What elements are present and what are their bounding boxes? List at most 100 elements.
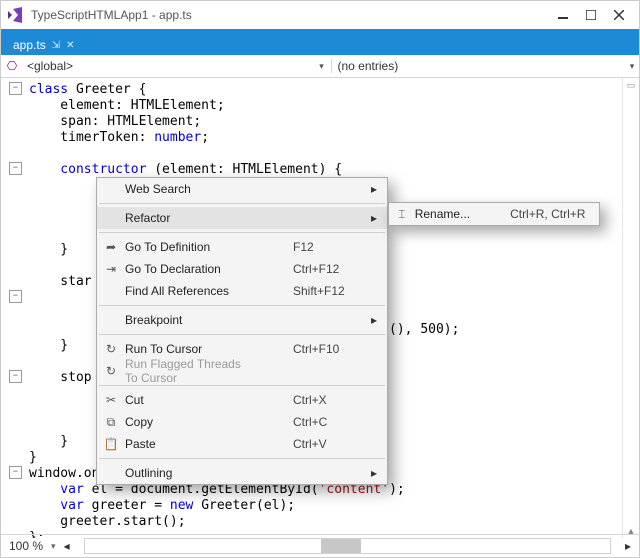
chevron-right-icon: ▸ (363, 313, 377, 327)
separator (99, 232, 385, 233)
menu-refactor[interactable]: Refactor ▸ (97, 207, 387, 229)
menu-label: Rename... (415, 207, 510, 221)
members-dropdown[interactable]: (no entries) (334, 59, 626, 73)
goto-decl-icon: ⇥ (97, 262, 125, 276)
fold-toggle[interactable]: − (9, 466, 22, 479)
code-line: } (29, 338, 68, 353)
fold-toggle[interactable]: − (9, 370, 22, 383)
tab-close-icon[interactable]: ✕ (66, 40, 74, 51)
horizontal-scrollbar[interactable] (84, 538, 611, 554)
menu-shortcut: F12 (293, 240, 363, 254)
menu-label: Run Flagged Threads To Cursor (125, 357, 293, 385)
code-line: } (29, 450, 37, 465)
editor[interactable]: − − − − − class Greeter { element: HTMLE… (1, 78, 639, 538)
code-token: constructor (29, 162, 146, 177)
menu-cut[interactable]: ✂ Cut Ctrl+X (97, 389, 387, 411)
code-line: greeter.start(); (29, 514, 186, 529)
menu-label: Go To Declaration (125, 262, 293, 276)
maximize-button[interactable] (577, 4, 605, 26)
menu-shortcut: Ctrl+F12 (293, 262, 363, 276)
scroll-left-icon[interactable]: ◂ (64, 539, 70, 553)
zoom-dropdown-icon[interactable]: ▾ (51, 541, 56, 552)
code-token: Greeter(el); (193, 498, 295, 513)
menu-label: Go To Definition (125, 240, 293, 254)
zoom-level[interactable]: 100 % (9, 539, 43, 553)
titlebar: TypeScriptHTMLApp1 - app.ts (1, 1, 639, 29)
gutter[interactable]: − − − − − (1, 78, 27, 538)
tab-label: app.ts (13, 38, 46, 52)
code-line: } (29, 434, 68, 449)
separator (99, 203, 385, 204)
window: TypeScriptHTMLApp1 - app.ts app.ts ⇲ ✕ ⎔… (0, 0, 640, 558)
tab-app-ts[interactable]: app.ts ⇲ ✕ (5, 35, 82, 55)
menu-rename[interactable]: ⌶ Rename... Ctrl+R, Ctrl+R (389, 203, 599, 225)
context-menu: Web Search ▸ Refactor ▸ ➦ Go To Definiti… (96, 177, 388, 485)
menu-label: Outlining (125, 466, 293, 480)
menu-find-references[interactable]: Find All References Shift+F12 (97, 280, 387, 302)
run-cursor-icon: ↻ (97, 342, 125, 356)
code-token: 500 (420, 322, 443, 337)
code-token: var (29, 498, 84, 513)
code-line: stop (29, 370, 92, 385)
paste-icon: 📋 (97, 437, 125, 451)
refactor-submenu: ⌶ Rename... Ctrl+R, Ctrl+R (388, 202, 600, 226)
menu-shortcut: Ctrl+X (293, 393, 363, 407)
code-token: ; (201, 130, 209, 145)
menu-label: Cut (125, 393, 293, 407)
menu-shortcut: Ctrl+V (293, 437, 363, 451)
code-token: class (29, 82, 68, 97)
close-button[interactable] (605, 4, 633, 26)
navigation-bar: ⎔ <global> ▾ (no entries) ▾ (1, 55, 639, 78)
chevron-down-icon[interactable]: ▾ (625, 61, 639, 72)
menu-label: Refactor (125, 211, 293, 225)
code-token: var (29, 482, 84, 497)
menu-shortcut: Ctrl+R, Ctrl+R (510, 207, 589, 221)
separator (99, 458, 385, 459)
separator (99, 334, 385, 335)
fold-toggle[interactable]: − (9, 162, 22, 175)
menu-label: Copy (125, 415, 293, 429)
menu-web-search[interactable]: Web Search ▸ (97, 178, 387, 200)
code-token: ); (444, 322, 460, 337)
menu-goto-declaration[interactable]: ⇥ Go To Declaration Ctrl+F12 (97, 258, 387, 280)
scope-dropdown[interactable]: <global> (23, 59, 315, 73)
minimize-button[interactable] (549, 4, 577, 26)
status-bar: 100 % ▾ ◂ ▸ (1, 534, 639, 557)
goto-def-icon: ➦ (97, 240, 125, 254)
code-token: greeter = (84, 498, 170, 513)
window-title: TypeScriptHTMLApp1 - app.ts (31, 8, 192, 22)
menu-copy[interactable]: ⧉ Copy Ctrl+C (97, 411, 387, 433)
code-line: span: HTMLElement; (29, 114, 201, 129)
chevron-right-icon: ▸ (363, 182, 377, 196)
pin-icon[interactable]: ⇲ (52, 40, 60, 51)
menu-label: Find All References (125, 284, 293, 298)
chevron-down-icon[interactable]: ▾ (315, 61, 329, 72)
fold-toggle[interactable]: − (9, 290, 22, 303)
scroll-right-icon[interactable]: ▸ (625, 539, 631, 553)
rename-icon: ⌶ (389, 207, 415, 222)
run-flagged-icon: ↻ (97, 364, 125, 378)
menu-shortcut: Ctrl+C (293, 415, 363, 429)
tab-strip: app.ts ⇲ ✕ (1, 29, 639, 55)
code-line: } (29, 242, 68, 257)
fold-toggle[interactable]: − (9, 82, 22, 95)
code-token: number (154, 130, 201, 145)
separator (99, 305, 385, 306)
menu-paste[interactable]: 📋 Paste Ctrl+V (97, 433, 387, 455)
code-line: element: HTMLElement; (29, 98, 225, 113)
vertical-scrollbar[interactable]: ▭ ▲ (622, 78, 639, 538)
separator (99, 385, 385, 386)
code-token: Greeter { (68, 82, 146, 97)
menu-label: Run To Cursor (125, 342, 293, 356)
menu-goto-definition[interactable]: ➦ Go To Definition F12 (97, 236, 387, 258)
chevron-right-icon: ▸ (363, 466, 377, 480)
menu-run-flagged: ↻ Run Flagged Threads To Cursor (97, 360, 387, 382)
menu-breakpoint[interactable]: Breakpoint ▸ (97, 309, 387, 331)
cut-icon: ✂ (97, 393, 125, 407)
menu-outlining[interactable]: Outlining ▸ (97, 462, 387, 484)
code-token: new (170, 498, 193, 513)
scope-icon: ⎔ (1, 59, 23, 73)
split-icon[interactable]: ▭ (627, 80, 636, 91)
scrollbar-thumb[interactable] (321, 539, 361, 553)
code-token: (element: HTMLElement) { (146, 162, 342, 177)
